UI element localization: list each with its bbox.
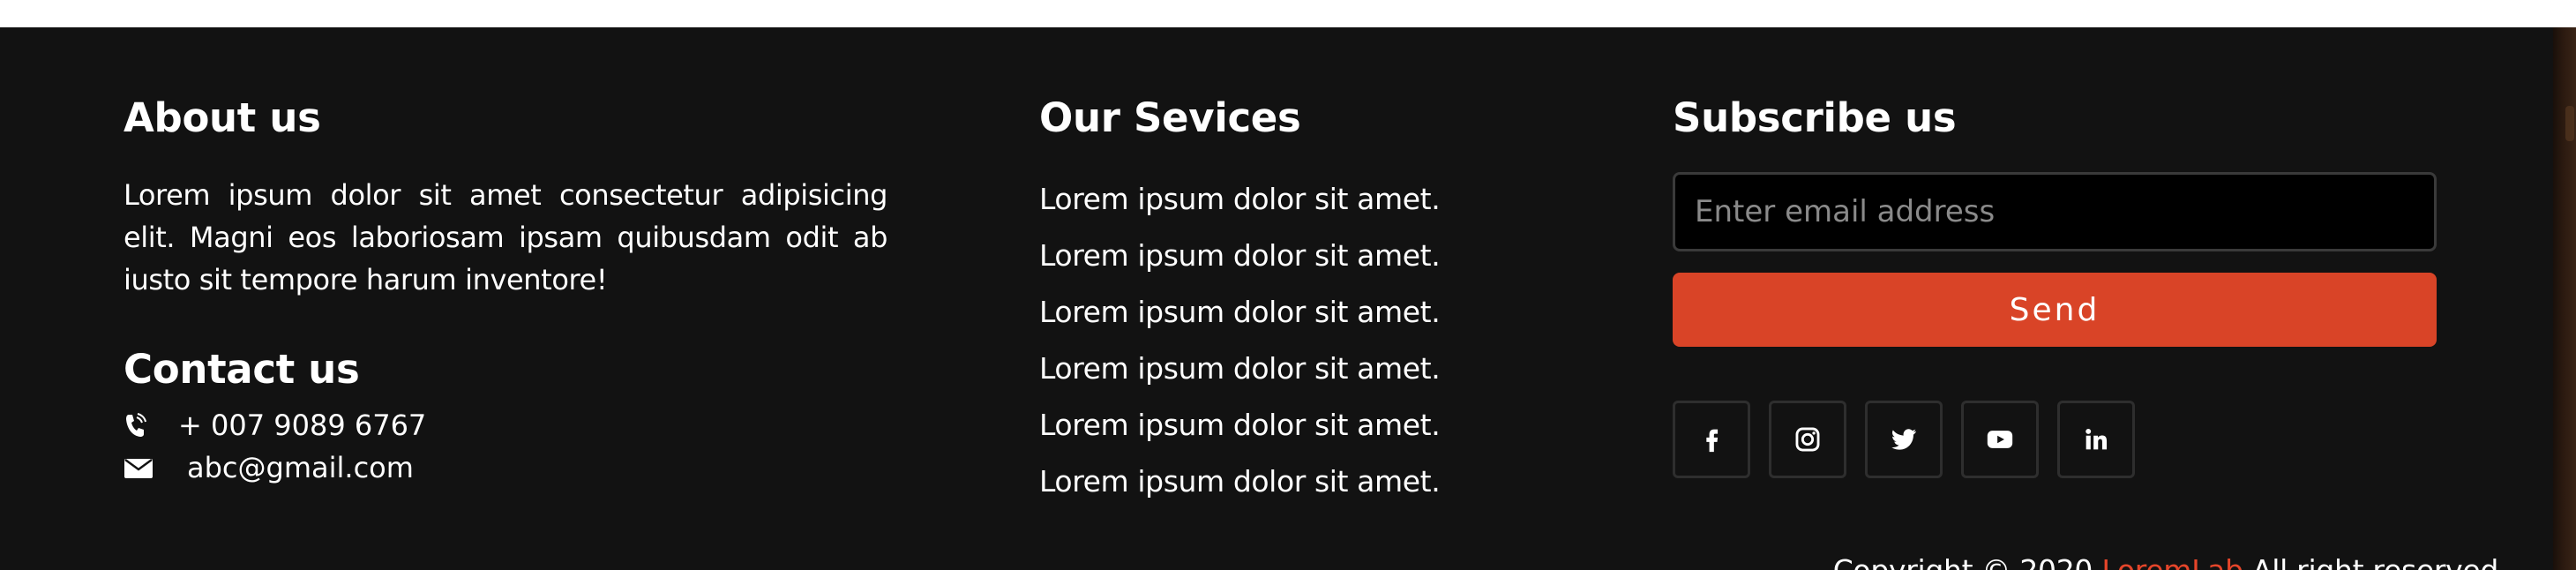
service-item[interactable]: Lorem ipsum dolor sit amet.	[1039, 397, 1586, 454]
page-edge-mark	[2565, 106, 2574, 141]
copyright-line: Copyright © 2020 LoremLab All right rese…	[1833, 553, 2499, 570]
service-item[interactable]: Lorem ipsum dolor sit amet.	[1039, 341, 1586, 397]
services-column: Our Sevices Lorem ipsum dolor sit amet. …	[1039, 64, 1586, 510]
copyright-suffix: All right reserved	[2252, 553, 2498, 570]
linkedin-button[interactable]	[2057, 401, 2135, 478]
site-footer: About us Lorem ipsum dolor sit amet cons…	[0, 27, 2553, 570]
envelope-icon	[124, 456, 187, 479]
youtube-icon	[1987, 431, 2013, 448]
email-input[interactable]	[1673, 172, 2437, 251]
send-button[interactable]: Send	[1673, 273, 2437, 347]
copyright-prefix: Copyright © 2020	[1833, 553, 2093, 570]
contact-phone-row: + 007 9089 6767	[124, 404, 887, 446]
subscribe-heading: Subscribe us	[1673, 94, 1957, 141]
contact-phone: + 007 9089 6767	[178, 409, 427, 442]
facebook-icon	[1706, 429, 1719, 453]
instagram-button[interactable]	[1769, 401, 1846, 478]
linkedin-icon	[2086, 428, 2108, 450]
services-heading: Our Sevices	[1039, 94, 1301, 141]
subscribe-column: Subscribe us Send	[1673, 64, 2437, 478]
contact-email-row: abc@gmail.com	[124, 446, 887, 489]
service-item[interactable]: Lorem ipsum dolor sit amet.	[1039, 454, 1586, 510]
brand-link[interactable]: LoremLab	[2101, 553, 2243, 570]
phone-volume-icon	[124, 412, 178, 439]
youtube-button[interactable]	[1961, 401, 2039, 478]
facebook-button[interactable]	[1673, 401, 1750, 478]
service-item[interactable]: Lorem ipsum dolor sit amet.	[1039, 228, 1586, 284]
about-column: About us Lorem ipsum dolor sit amet cons…	[124, 64, 887, 489]
about-text: Lorem ipsum dolor sit amet consectetur a…	[124, 178, 887, 296]
services-list: Lorem ipsum dolor sit amet. Lorem ipsum …	[1039, 171, 1586, 510]
top-page-strip	[0, 0, 2576, 27]
twitter-button[interactable]	[1865, 401, 1943, 478]
social-links	[1673, 401, 2437, 478]
service-item[interactable]: Lorem ipsum dolor sit amet.	[1039, 284, 1586, 341]
contact-heading: Contact us	[124, 346, 360, 393]
contact-email: abc@gmail.com	[187, 451, 414, 484]
instagram-icon	[1795, 427, 1820, 452]
twitter-icon	[1891, 429, 1917, 450]
service-item[interactable]: Lorem ipsum dolor sit amet.	[1039, 171, 1586, 228]
about-heading: About us	[124, 94, 321, 141]
